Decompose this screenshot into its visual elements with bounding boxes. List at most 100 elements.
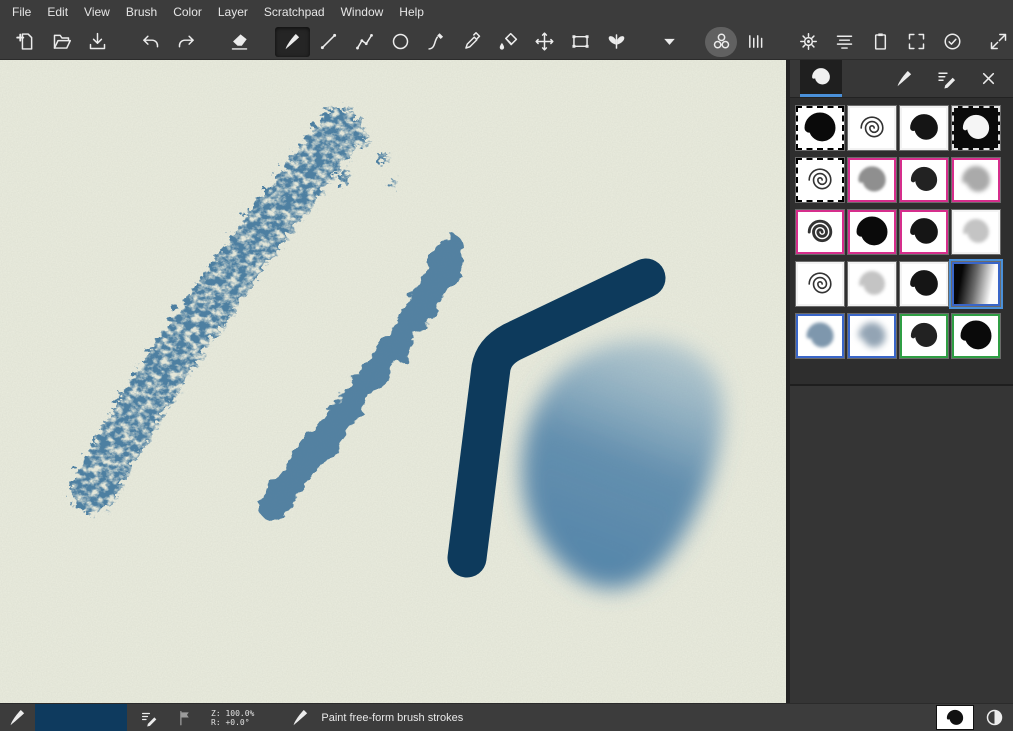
brush-cell[interactable] xyxy=(848,314,896,358)
undo-button[interactable] xyxy=(133,27,168,57)
bucket-icon xyxy=(498,31,519,52)
brush-cell[interactable] xyxy=(796,210,844,254)
brush-cell[interactable] xyxy=(952,314,1000,358)
brush-preview-spiral xyxy=(956,162,996,198)
brush-cell[interactable] xyxy=(848,210,896,254)
brush-settings-quick-button[interactable] xyxy=(135,705,163,731)
active-tool-icon xyxy=(7,707,28,728)
brush-cell[interactable] xyxy=(848,262,896,306)
brush-cell[interactable] xyxy=(952,158,1000,202)
history-panel-button[interactable] xyxy=(935,27,970,57)
brush-preview-gradient xyxy=(954,264,998,304)
eraser-toggle-button[interactable] xyxy=(222,27,257,57)
tool-options-dropdown[interactable] xyxy=(652,27,687,57)
menu-edit[interactable]: Edit xyxy=(39,1,76,23)
brush-tool-tab[interactable] xyxy=(883,60,925,97)
brush-options-tab[interactable] xyxy=(925,60,967,97)
brush-cell[interactable] xyxy=(900,210,948,254)
ellipse-tool-button[interactable] xyxy=(383,27,418,57)
menu-brush[interactable]: Brush xyxy=(118,1,165,23)
brush-cell[interactable] xyxy=(796,314,844,358)
brush-cell[interactable] xyxy=(848,106,896,150)
close-panel-button[interactable] xyxy=(967,60,1009,97)
move-layer-tool-button[interactable] xyxy=(527,27,562,57)
brush-preview-spiral xyxy=(852,318,892,354)
hlines-icon xyxy=(834,31,855,52)
panel-tabs xyxy=(790,60,1013,98)
undo-icon xyxy=(140,31,161,52)
brush-cell[interactable] xyxy=(848,158,896,202)
brush-preview-spiral xyxy=(800,214,840,250)
menu-scratchpad[interactable]: Scratchpad xyxy=(256,1,333,23)
toolbar-group xyxy=(133,27,204,57)
hint-brush-icon xyxy=(290,707,311,728)
save-file-button[interactable] xyxy=(80,27,115,57)
color-wheel-icon[interactable] xyxy=(984,707,1005,728)
brush-cell[interactable] xyxy=(900,158,948,202)
panel-empty-area xyxy=(790,384,1013,703)
toolbar-group xyxy=(8,27,115,57)
brush-cell[interactable] xyxy=(952,106,1000,150)
color-picker-tool-button[interactable] xyxy=(455,27,490,57)
brush-list-icon xyxy=(809,65,833,89)
color-palette-button[interactable] xyxy=(738,27,773,57)
statusbar: Z: 100.0% R: +0.0° Paint free-form brush… xyxy=(0,703,1013,731)
brush-list-tab[interactable] xyxy=(800,60,842,97)
toolbar-groups xyxy=(8,27,988,57)
brush-preview-spiral xyxy=(852,266,892,302)
brush-icon xyxy=(894,68,915,89)
eraser-icon xyxy=(229,31,250,52)
current-brush-preview[interactable] xyxy=(936,705,974,730)
statusbar-hint: Paint free-form brush strokes xyxy=(321,712,463,724)
menu-file[interactable]: File xyxy=(4,1,39,23)
menu-layer[interactable]: Layer xyxy=(210,1,256,23)
triad-icon xyxy=(711,31,732,52)
flag-button[interactable] xyxy=(171,705,199,731)
open-icon xyxy=(51,31,72,52)
scratchpad-panel-button[interactable] xyxy=(863,27,898,57)
open-file-button[interactable] xyxy=(44,27,79,57)
painting-canvas[interactable] xyxy=(0,60,786,703)
brush-cell[interactable] xyxy=(900,314,948,358)
menu-window[interactable]: Window xyxy=(333,1,392,23)
freehand-tool-button[interactable] xyxy=(275,27,310,57)
flag-icon xyxy=(176,709,194,727)
lines-tool-button[interactable] xyxy=(311,27,346,57)
brush-cell[interactable] xyxy=(900,106,948,150)
brush-preview-spiral xyxy=(956,318,996,354)
brush-cell[interactable] xyxy=(900,262,948,306)
frame-tool-button[interactable] xyxy=(563,27,598,57)
butterfly-icon xyxy=(606,31,627,52)
symmetry-tool-button[interactable] xyxy=(599,27,634,57)
brush-cell[interactable] xyxy=(796,262,844,306)
fullscreen-button[interactable] xyxy=(899,27,934,57)
caret-icon xyxy=(659,31,680,52)
color-triad-button[interactable] xyxy=(705,27,737,57)
toolbar-group xyxy=(791,27,970,57)
inking-tool-button[interactable] xyxy=(419,27,454,57)
menu-color[interactable]: Color xyxy=(165,1,210,23)
brush-cell[interactable] xyxy=(952,262,1000,306)
flood-fill-tool-button[interactable] xyxy=(491,27,526,57)
redo-button[interactable] xyxy=(169,27,204,57)
brush-settings-panel-button[interactable] xyxy=(827,27,862,57)
brush-preview-spiral-icon xyxy=(943,707,967,729)
menu-view[interactable]: View xyxy=(76,1,118,23)
current-color-swatch[interactable] xyxy=(35,704,127,731)
menu-help[interactable]: Help xyxy=(391,1,432,23)
move-icon xyxy=(534,31,555,52)
main-area xyxy=(0,60,1013,703)
connected-lines-tool-button[interactable] xyxy=(347,27,382,57)
brush-cell[interactable] xyxy=(796,106,844,150)
expand-view-button[interactable] xyxy=(988,27,1009,57)
zoom-rotation-readout: Z: 100.0% R: +0.0° xyxy=(211,709,254,727)
new-file-button[interactable] xyxy=(8,27,43,57)
preferences-button[interactable] xyxy=(791,27,826,57)
brush-cell[interactable] xyxy=(952,210,1000,254)
brush-preview-spiral xyxy=(904,318,944,354)
brush-preview-spiral xyxy=(800,162,840,198)
brush-cell[interactable] xyxy=(796,158,844,202)
brush-preview-spiral xyxy=(904,162,944,198)
expand-icon xyxy=(988,31,1009,52)
canvas-area xyxy=(0,60,786,703)
